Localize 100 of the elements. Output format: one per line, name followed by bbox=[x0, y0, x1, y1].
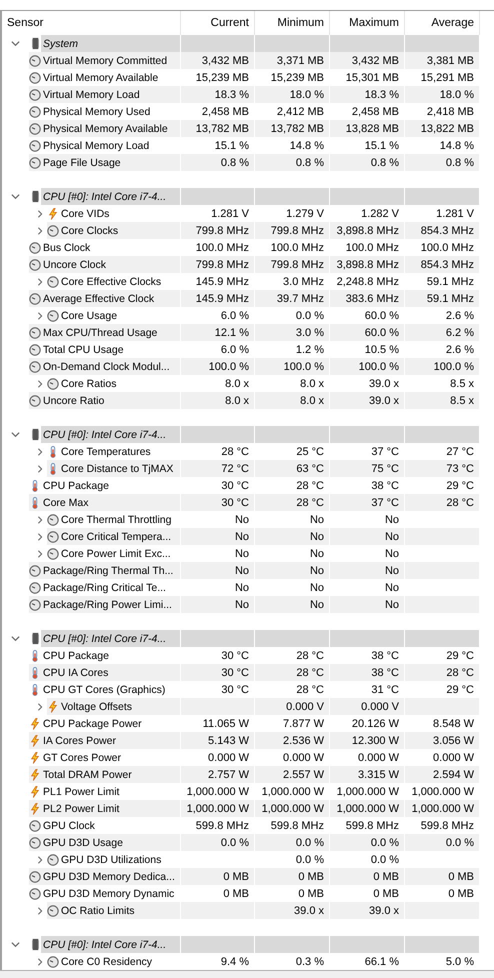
sensor-name[interactable]: Core C0 Residency bbox=[61, 956, 152, 968]
sensor-name[interactable]: Page File Usage bbox=[43, 156, 121, 168]
group-header-row[interactable]: CPU [#0]: Intel Core i7-4... bbox=[41, 188, 480, 205]
sensor-name[interactable]: Core Thermal Throttling bbox=[61, 514, 172, 526]
sensor-row[interactable]: Average Effective Clock 145.9 MHz 39.7 MHz 383.6 MHz 59.1 MHz bbox=[29, 290, 480, 307]
sensor-name[interactable]: CPU Package Power bbox=[43, 718, 142, 730]
sensor-row[interactable]: On-Demand Clock Modul... 100.0 % 100.0 % 100.0 % 100.0 % bbox=[29, 358, 480, 375]
sensor-name[interactable]: CPU GT Cores (Graphics) bbox=[43, 684, 166, 696]
sensor-row[interactable]: GPU D3D Memory Dedica... 0 MB 0 MB 0 MB 0 MB bbox=[29, 868, 480, 885]
sensor-name[interactable]: Voltage Offsets bbox=[61, 700, 132, 712]
group-name[interactable]: CPU [#0]: Intel Core i7-4... bbox=[41, 428, 166, 440]
sensor-name[interactable]: Package/Ring Thermal Th... bbox=[43, 564, 174, 576]
sensor-value: 28 °C bbox=[221, 446, 249, 458]
sensor-value: 0.000 W bbox=[208, 752, 249, 764]
group-name[interactable]: CPU [#0]: Intel Core i7-4... bbox=[41, 632, 166, 644]
sensor-row[interactable]: OC Ratio Limits 39.0 x 39.0 x bbox=[47, 902, 480, 919]
sensor-value: No bbox=[310, 548, 324, 560]
sensor-name[interactable]: GT Cores Power bbox=[43, 752, 121, 764]
sensor-value: 3.315 W bbox=[358, 768, 399, 780]
sensor-name[interactable]: Core Power Limit Exc... bbox=[61, 548, 171, 560]
sensor-name[interactable]: Uncore Clock bbox=[43, 258, 106, 270]
sensor-name[interactable]: Core Clocks bbox=[61, 224, 118, 236]
sensor-name[interactable]: GPU Clock bbox=[43, 820, 95, 832]
sensor-name[interactable]: OC Ratio Limits bbox=[61, 904, 135, 916]
sensor-row[interactable]: IA Cores Power 5.143 W 2.536 W 12.300 W 3.056 W bbox=[29, 732, 480, 749]
clock-icon bbox=[29, 54, 41, 66]
sensor-name[interactable]: Package/Ring Power Limi... bbox=[43, 598, 172, 610]
sensor-name[interactable]: Physical Memory Load bbox=[43, 140, 150, 152]
sensor-row[interactable]: Core Clocks 799.8 MHz 799.8 MHz 3,898.8 MHz 854.3 MHz bbox=[47, 222, 480, 239]
sensor-name[interactable]: Physical Memory Available bbox=[43, 122, 168, 134]
sensor-row[interactable]: Total DRAM Power 2.757 W 2.557 W 3.315 W 2.594 W bbox=[29, 766, 480, 783]
sensor-name[interactable]: PL2 Power Limit bbox=[43, 802, 120, 814]
sensor-row[interactable]: GPU D3D Usage 0.0 % 0.0 % 0.0 % 0.0 % bbox=[29, 834, 480, 851]
sensor-name[interactable]: CPU Package bbox=[43, 480, 109, 492]
sensor-row[interactable]: Core Critical Tempera... No No No bbox=[47, 528, 480, 545]
sensor-row[interactable]: Uncore Clock 799.8 MHz 799.8 MHz 3,898.8 MHz 854.3 MHz bbox=[29, 256, 480, 273]
sensor-name[interactable]: Total DRAM Power bbox=[43, 768, 132, 780]
sensor-name[interactable]: On-Demand Clock Modul... bbox=[43, 360, 170, 372]
sensor-name[interactable]: Package/Ring Critical Te... bbox=[43, 582, 166, 594]
sensor-name[interactable]: Bus Clock bbox=[43, 242, 90, 254]
sensor-row[interactable]: Package/Ring Power Limi... No No No bbox=[29, 596, 480, 613]
sensor-name[interactable]: Core Critical Tempera... bbox=[61, 530, 172, 542]
clock-icon bbox=[29, 344, 41, 356]
group-header-row[interactable]: CPU [#0]: Intel Core i7-4... bbox=[41, 630, 480, 647]
sensor-value: 599.8 MHz bbox=[196, 820, 249, 832]
sensor-name[interactable]: Total CPU Usage bbox=[43, 344, 124, 356]
sensor-row[interactable]: Physical Memory Available 13,782 MB 13,782 MB 13,828 MB 13,822 MB bbox=[29, 120, 480, 137]
sensor-value: 8.0 x bbox=[225, 394, 249, 406]
sensor-row[interactable]: Voltage Offsets 0.000 V 0.000 V bbox=[47, 698, 480, 715]
sensor-name[interactable]: CPU IA Cores bbox=[43, 666, 108, 678]
sensor-value: 11.065 W bbox=[202, 718, 249, 730]
sensor-value: 37 °C bbox=[371, 446, 399, 458]
sensor-row[interactable]: Max CPU/Thread Usage 12.1 % 3.0 % 60.0 % 6.2 % bbox=[29, 324, 480, 341]
sensor-name[interactable]: Max CPU/Thread Usage bbox=[43, 326, 158, 338]
sensor-name[interactable]: Core VIDs bbox=[61, 208, 110, 220]
sensor-name[interactable]: CPU Package bbox=[43, 650, 109, 662]
sensor-name[interactable]: Core Temperatures bbox=[61, 446, 151, 458]
group-header-row[interactable]: CPU [#0]: Intel Core i7-4... bbox=[41, 426, 480, 443]
sensor-row[interactable]: Virtual Memory Committed 3,432 MB 3,371 MB 3,432 MB 3,381 MB bbox=[29, 52, 480, 69]
sensor-value: 13,782 MB bbox=[270, 122, 324, 134]
sensor-row[interactable]: Core Max 30 °C 28 °C 37 °C 28 °C bbox=[29, 494, 480, 511]
sensor-row[interactable]: Page File Usage 0.8 % 0.8 % 0.8 % 0.8 % bbox=[29, 154, 480, 171]
sensor-row[interactable]: Core Distance to TjMAX 72 °C 63 °C 75 °C 73 °C bbox=[47, 460, 480, 477]
sensor-name[interactable]: Average Effective Clock bbox=[43, 292, 154, 304]
sensor-name[interactable]: Core Effective Clocks bbox=[61, 276, 162, 288]
group-name[interactable]: CPU [#0]: Intel Core i7-4... bbox=[41, 190, 166, 202]
sensor-row[interactable]: CPU IA Cores 30 °C 28 °C 38 °C 28 °C bbox=[29, 664, 480, 681]
clock-icon bbox=[29, 72, 41, 84]
sensor-name[interactable]: Virtual Memory Load bbox=[43, 88, 140, 100]
sensor-name[interactable]: Uncore Ratio bbox=[43, 394, 104, 406]
sensor-value: 28 °C bbox=[296, 496, 324, 508]
group-header-row[interactable]: System bbox=[41, 35, 480, 52]
sensor-name[interactable]: IA Cores Power bbox=[43, 734, 116, 746]
sensor-value: 6.0 % bbox=[220, 310, 249, 322]
sensor-name[interactable]: Core Ratios bbox=[61, 378, 116, 390]
sensor-name[interactable]: PL1 Power Limit bbox=[43, 786, 120, 798]
sensor-row[interactable]: Uncore Ratio 8.0 x 8.0 x 39.0 x 8.5 x bbox=[29, 392, 480, 409]
sensor-name[interactable]: Physical Memory Used bbox=[43, 106, 150, 118]
sensor-name[interactable]: GPU D3D Utilizations bbox=[61, 854, 162, 866]
sensor-name[interactable]: Core Distance to TjMAX bbox=[61, 462, 174, 474]
sensor-name[interactable]: Core Max bbox=[43, 496, 89, 508]
sensor-name[interactable]: GPU D3D Memory Dynamic bbox=[43, 888, 174, 900]
sensor-value: 18.3 % bbox=[214, 88, 249, 100]
sensor-value: 13,828 MB bbox=[346, 122, 399, 134]
group-header-row[interactable]: CPU [#0]: Intel Core i7-4... bbox=[41, 936, 480, 953]
group-name[interactable]: System bbox=[41, 38, 78, 50]
chip-icon bbox=[32, 938, 39, 951]
sensor-name[interactable]: Virtual Memory Committed bbox=[43, 54, 168, 66]
sensor-value: 75 °C bbox=[371, 462, 399, 474]
sensor-row[interactable]: Virtual Memory Load 18.3 % 18.0 % 18.3 % 18.0 % bbox=[29, 86, 480, 103]
sensor-name[interactable]: GPU D3D Memory Dedica... bbox=[43, 870, 175, 882]
sensor-name[interactable]: GPU D3D Usage bbox=[43, 836, 123, 848]
sensor-row[interactable]: PL2 Power Limit 1,000.000 W 1,000.000 W 1,000.000 W 1,000.000 W bbox=[29, 800, 480, 817]
clock-icon bbox=[47, 310, 59, 322]
sensor-value: 799.8 MHz bbox=[270, 224, 324, 236]
sensor-row[interactable]: Package/Ring Thermal Th... No No No bbox=[29, 562, 480, 579]
sensor-name[interactable]: Virtual Memory Available bbox=[43, 72, 158, 84]
sensor-name[interactable]: Core Usage bbox=[61, 310, 118, 322]
sensor-value: 30 °C bbox=[221, 666, 249, 678]
group-name[interactable]: CPU [#0]: Intel Core i7-4... bbox=[41, 938, 166, 950]
